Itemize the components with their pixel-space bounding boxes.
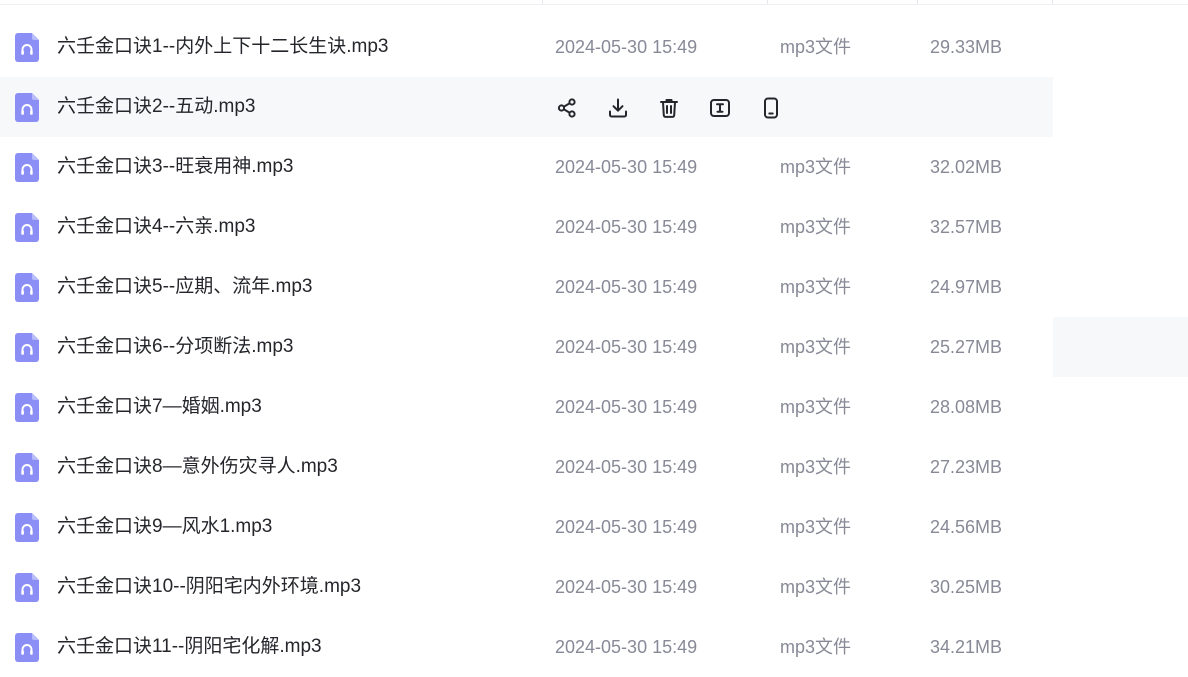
file-size: 27.23MB — [930, 457, 1003, 477]
file-size: 32.02MB — [930, 157, 1003, 177]
file-type: mp3文件 — [780, 277, 852, 297]
header-divider — [0, 4, 1188, 5]
file-row[interactable]: 六壬金口诀3--旺衰用神.mp3 2024-05-30 15:49 mp3文件 32.… — [0, 137, 1188, 197]
file-date: 2024-05-30 15:49 — [555, 577, 698, 597]
file-type: mp3文件 — [780, 337, 852, 357]
file-date: 2024-05-30 15:49 — [555, 277, 698, 297]
file-row[interactable]: 六壬金口诀5--应期、流年.mp3 2024-05-30 15:49 mp3文件 24… — [0, 257, 1188, 317]
column-separator[interactable] — [917, 0, 918, 4]
audio-file-icon — [15, 33, 39, 62]
column-separator[interactable] — [1052, 0, 1053, 4]
file-name[interactable]: 六壬金口诀8—意外伤灾寻人.mp3 — [57, 437, 338, 497]
trash-icon[interactable] — [657, 96, 681, 120]
file-type: mp3文件 — [780, 157, 852, 177]
file-date: 2024-05-30 15:49 — [555, 337, 698, 357]
file-name[interactable]: 六壬金口诀3--旺衰用神.mp3 — [57, 137, 293, 197]
phone-icon[interactable] — [759, 96, 783, 120]
audio-file-icon — [15, 213, 39, 242]
audio-file-icon — [15, 393, 39, 422]
audio-file-icon — [15, 93, 39, 122]
file-date: 2024-05-30 15:49 — [555, 397, 698, 417]
file-row[interactable]: 六壬金口诀9—风水1.mp3 2024-05-30 15:49 mp3文件 24.56… — [0, 497, 1188, 557]
file-date: 2024-05-30 15:49 — [555, 217, 698, 237]
file-type: mp3文件 — [780, 577, 852, 597]
audio-file-icon — [15, 633, 39, 662]
file-row[interactable]: 六壬金口诀6--分项断法.mp3 2024-05-30 15:49 mp3文件 25.… — [0, 317, 1188, 377]
file-size: 24.97MB — [930, 277, 1003, 297]
file-date: 2024-05-30 15:49 — [555, 457, 698, 477]
audio-file-icon — [15, 513, 39, 542]
file-size: 32.57MB — [930, 217, 1003, 237]
file-type: mp3文件 — [780, 637, 852, 657]
file-row[interactable]: 六壬金口诀11--阴阳宅化解.mp3 2024-05-30 15:49 mp3文件 3… — [0, 617, 1188, 677]
file-type: mp3文件 — [780, 517, 852, 537]
file-name[interactable]: 六壬金口诀6--分项断法.mp3 — [57, 317, 293, 377]
column-separator[interactable] — [767, 0, 768, 4]
file-row[interactable]: 六壬金口诀8—意外伤灾寻人.mp3 2024-05-30 15:49 mp3文件 27… — [0, 437, 1188, 497]
file-row[interactable]: 六壬金口诀1--内外上下十二长生诀.mp3 2024-05-30 15:49 mp3… — [0, 17, 1188, 77]
file-name[interactable]: 六壬金口诀11--阴阳宅化解.mp3 — [57, 617, 322, 677]
file-name[interactable]: 六壬金口诀9—风水1.mp3 — [57, 497, 272, 557]
audio-file-icon — [15, 273, 39, 302]
share-icon[interactable] — [555, 96, 579, 120]
file-name[interactable]: 六壬金口诀10--阴阳宅内外环境.mp3 — [57, 557, 361, 617]
file-name[interactable]: 六壬金口诀4--六亲.mp3 — [57, 197, 255, 257]
audio-file-icon — [15, 333, 39, 362]
file-name[interactable]: 六壬金口诀1--内外上下十二长生诀.mp3 — [57, 17, 388, 77]
file-size: 34.21MB — [930, 637, 1003, 657]
file-date: 2024-05-30 15:49 — [555, 637, 698, 657]
file-row[interactable]: 六壬金口诀4--六亲.mp3 2024-05-30 15:49 mp3文件 32.57… — [0, 197, 1188, 257]
file-date: 2024-05-30 15:49 — [555, 157, 698, 177]
file-row[interactable]: 六壬金口诀7—婚姻.mp3 2024-05-30 15:49 mp3文件 28.08M… — [0, 377, 1188, 437]
file-row[interactable]: 六壬金口诀2--五动.mp3 — [0, 77, 1188, 137]
file-name[interactable]: 六壬金口诀5--应期、流年.mp3 — [57, 257, 312, 317]
file-type: mp3文件 — [780, 217, 852, 237]
file-size: 28.08MB — [930, 397, 1003, 417]
file-list: 六壬金口诀1--内外上下十二长生诀.mp3 2024-05-30 15:49 mp3… — [0, 17, 1188, 677]
file-name[interactable]: 六壬金口诀2--五动.mp3 — [57, 77, 255, 137]
file-row[interactable]: 六壬金口诀10--阴阳宅内外环境.mp3 2024-05-30 15:49 mp3文… — [0, 557, 1188, 617]
file-type: mp3文件 — [780, 457, 852, 477]
file-type: mp3文件 — [780, 37, 852, 57]
audio-file-icon — [15, 573, 39, 602]
file-type: mp3文件 — [780, 397, 852, 417]
audio-file-icon — [15, 153, 39, 182]
file-size: 25.27MB — [930, 337, 1003, 357]
column-separator[interactable] — [542, 0, 543, 4]
file-size: 29.33MB — [930, 37, 1003, 57]
file-size: 30.25MB — [930, 577, 1003, 597]
download-icon[interactable] — [606, 96, 630, 120]
file-date: 2024-05-30 15:49 — [555, 37, 698, 57]
audio-file-icon — [15, 453, 39, 482]
file-size: 24.56MB — [930, 517, 1003, 537]
rename-icon[interactable] — [708, 96, 732, 120]
file-date: 2024-05-30 15:49 — [555, 517, 698, 537]
file-name[interactable]: 六壬金口诀7—婚姻.mp3 — [57, 377, 262, 437]
